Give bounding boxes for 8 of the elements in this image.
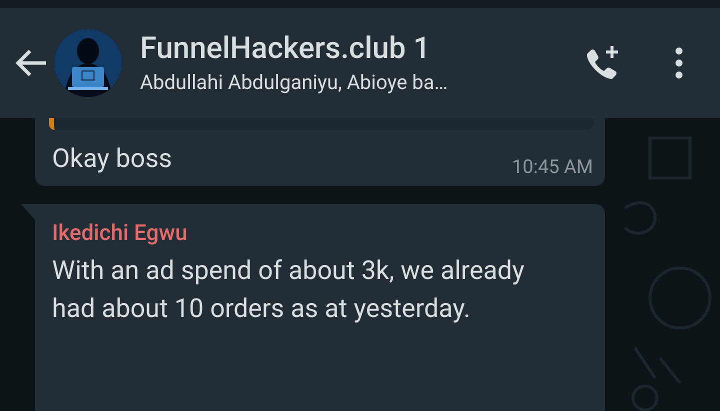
message-time: 10:45 AM	[512, 155, 593, 178]
members-subtitle: Abdullahi Abdulganiyu, Abioye ba…	[140, 69, 449, 96]
menu-icon[interactable]	[674, 47, 684, 79]
message-text: Okay boss	[52, 143, 172, 176]
message-text: With an ad spend of about 3k, we already had about 10 orders as at yesterday.	[52, 255, 526, 326]
sender-name: Ikedichi Egwu	[52, 220, 188, 248]
back-icon[interactable]	[14, 48, 48, 78]
chat-title: FunnelHackers.club 1	[140, 30, 432, 68]
